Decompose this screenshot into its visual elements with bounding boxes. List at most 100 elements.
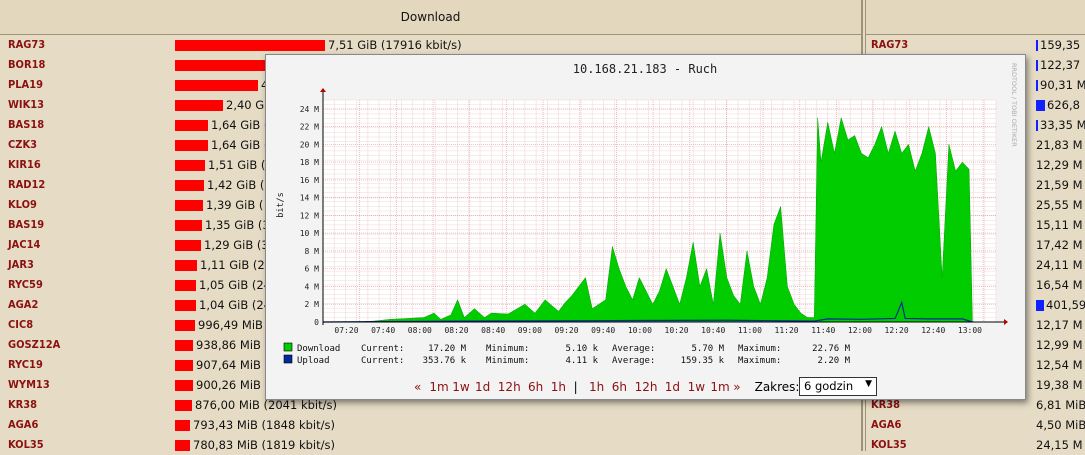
nav-back-1m[interactable]: 1m [429, 380, 448, 394]
chevron-down-icon: ▼ [865, 379, 872, 389]
y-tick-label: 20 M [300, 140, 319, 149]
upload-value: 90,31 M [1040, 78, 1085, 92]
nav-forward-1h[interactable]: 1h [589, 380, 604, 394]
nav-back-12h[interactable]: 12h [498, 380, 521, 394]
range-select[interactable]: 6 godzin ▼ [799, 377, 877, 396]
traffic-graph: 10.168.21.183 - Ruch RRDTOOL / TOBI OETIK… [266, 55, 1025, 375]
download-row: KOL35 780,83 MiB (1819 kbit/s) [0, 435, 861, 455]
host-link[interactable]: CZK3 [8, 138, 37, 151]
host-link[interactable]: KOL35 [871, 438, 907, 451]
legend-text: 5.10 k [565, 344, 598, 354]
y-tick-label: 22 M [300, 123, 319, 132]
host-link[interactable]: RYC59 [8, 278, 43, 291]
range-select-value: 6 godzin [804, 379, 854, 393]
y-axis-label: bit/s [276, 192, 286, 218]
legend-text: 22.76 M [812, 344, 851, 354]
host-link[interactable]: BAS18 [8, 118, 44, 131]
download-bar [175, 60, 268, 71]
download-bar [175, 160, 205, 171]
download-bar [175, 80, 258, 91]
download-value: 1,11 GiB (26 [200, 258, 273, 272]
download-value: 1,51 GiB ( [208, 158, 266, 172]
host-link[interactable]: JAC14 [8, 238, 40, 251]
download-value: 780,83 MiB (1819 kbit/s) [193, 438, 335, 452]
x-tick-label: 07:40 [371, 326, 395, 335]
upload-bar [1036, 80, 1038, 91]
download-value: 1,05 GiB (24 [199, 278, 272, 292]
upload-value: 25,55 M [1036, 198, 1083, 212]
download-bar [175, 220, 202, 231]
legend-text: Average: [612, 356, 655, 366]
upload-value: 122,37 [1040, 58, 1081, 72]
host-link[interactable]: RAD12 [8, 178, 45, 191]
legend-text: 17.20 M [428, 344, 467, 354]
x-tick-label: 08:40 [481, 326, 505, 335]
nav-back-1d[interactable]: 1d [475, 380, 490, 394]
host-link[interactable]: RAG73 [871, 38, 908, 51]
host-link[interactable]: WIK13 [8, 98, 44, 111]
x-tick-label: 09:20 [554, 326, 578, 335]
nav-forward-1m[interactable]: 1m [710, 380, 729, 394]
legend-text: 5.70 M [691, 344, 724, 354]
host-link[interactable]: KR38 [8, 398, 37, 411]
download-bar [175, 300, 196, 311]
download-bar [175, 120, 208, 131]
download-value: 900,26 MiB [196, 378, 261, 392]
host-link[interactable]: AGA6 [871, 418, 901, 431]
nav-back-1w[interactable]: 1w [452, 380, 469, 394]
nav-separator: | [573, 380, 578, 394]
upload-value: 21,83 M [1036, 138, 1083, 152]
upload-value: 12,99 M [1036, 338, 1083, 352]
download-value: 1,35 GiB (3 [205, 218, 270, 232]
download-bar [175, 360, 193, 371]
download-value: 938,86 MiB [196, 338, 261, 352]
nav-back-1h[interactable]: 1h [551, 380, 566, 394]
x-tick-label: 13:00 [958, 326, 982, 335]
nav-forward-1w[interactable]: 1w [688, 380, 705, 394]
host-link[interactable]: KLO9 [8, 198, 37, 211]
host-traffic-popup: 10.168.21.183 - Ruch RRDTOOL / TOBI OETIK… [265, 54, 1026, 400]
upload-bar [1036, 300, 1044, 311]
host-link[interactable]: AGA2 [8, 298, 38, 311]
host-link[interactable]: BOR18 [8, 58, 45, 71]
host-link[interactable]: AGA6 [8, 418, 38, 431]
legend-text: 159.35 k [681, 356, 725, 366]
x-tick-label: 08:00 [408, 326, 432, 335]
upload-row: AGA6 4,50 MiB [866, 415, 1085, 435]
nav-forward-12h[interactable]: 12h [635, 380, 658, 394]
nav-forward-1d[interactable]: 1d [665, 380, 680, 394]
nav-back-6h[interactable]: 6h [528, 380, 543, 394]
upload-value: 159,35 [1040, 38, 1081, 52]
host-link[interactable]: KIR16 [8, 158, 41, 171]
host-link[interactable]: GOSZ12A [8, 338, 60, 351]
host-link[interactable]: WYM13 [8, 378, 50, 391]
download-bar [175, 420, 190, 431]
host-link[interactable]: JAR3 [8, 258, 34, 271]
host-link[interactable]: RAG73 [8, 38, 45, 51]
host-link[interactable]: PLA19 [8, 78, 43, 91]
upload-bar [1036, 100, 1045, 111]
x-tick-label: 11:20 [775, 326, 799, 335]
host-link[interactable]: KOL35 [8, 438, 44, 451]
upload-value: 401,59 [1046, 298, 1085, 312]
legend-text: Maximum: [738, 344, 781, 354]
upload-value: 33,35 M [1040, 118, 1085, 132]
legend-text: Average: [612, 344, 655, 354]
watermark: RRDTOOL / TOBI OETIKER [1010, 63, 1018, 147]
nav-forward-arrow[interactable]: » [733, 380, 740, 394]
download-value: 996,49 MiB [198, 318, 263, 332]
nav-forward-6h[interactable]: 6h [612, 380, 627, 394]
upload-value: 21,59 M [1036, 178, 1083, 192]
host-link[interactable]: CIC8 [8, 318, 33, 331]
y-tick-label: 4 M [305, 282, 320, 291]
upload-value: 12,54 M [1036, 358, 1083, 372]
host-link[interactable]: BAS19 [8, 218, 44, 231]
y-tick-label: 24 M [300, 105, 319, 114]
nav-back-arrow[interactable]: « [414, 380, 421, 394]
legend-text: Download [297, 344, 340, 354]
host-link[interactable]: RYC19 [8, 358, 43, 371]
download-bar [175, 240, 201, 251]
y-tick-label: 2 M [305, 300, 320, 309]
x-tick-label: 12:00 [848, 326, 872, 335]
legend-text: Current: [361, 344, 404, 354]
